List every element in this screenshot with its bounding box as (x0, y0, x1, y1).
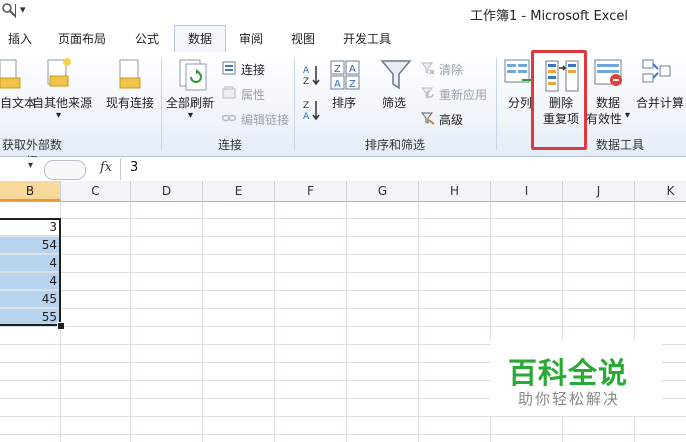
svg-text:A: A (303, 66, 310, 76)
reapply-icon (420, 86, 435, 100)
insert-function-button[interactable]: fx (100, 160, 112, 175)
consolidate-button[interactable]: 合并计算 (636, 94, 684, 111)
edit-links-icon (221, 111, 237, 125)
data-validation-label-line1[interactable]: 数据 (596, 94, 620, 111)
column-header[interactable]: F (275, 181, 347, 201)
edit-links-button[interactable]: 编辑链接 (241, 111, 289, 128)
tab-page-layout[interactable]: 页面布局 (46, 26, 118, 52)
from-text-button[interactable]: 自文本 (0, 94, 36, 111)
advanced-filter-icon (420, 111, 435, 125)
tab-review[interactable]: 审阅 (230, 26, 272, 52)
sort-icon: ZAAZ (330, 60, 360, 90)
group-separator (161, 58, 162, 150)
svg-text:A: A (349, 64, 356, 75)
refresh-all-dropdown-icon[interactable]: ▾ (188, 110, 193, 121)
qat-dropdown-icon[interactable]: ▾ (20, 3, 26, 16)
existing-connections-button[interactable]: 现有连接 (106, 94, 154, 111)
tab-formulas[interactable]: 公式 (124, 26, 170, 52)
from-other-sources-button[interactable]: 自其他来源 (32, 94, 92, 111)
watermark-subtitle: 助你轻松解决 (518, 390, 621, 408)
text-to-columns-button[interactable]: 分列 (508, 94, 532, 111)
svg-text:A: A (334, 79, 341, 90)
formula-input[interactable]: 3 (130, 160, 138, 175)
column-header[interactable]: B (0, 181, 61, 201)
group-label-data-tools: 数据工具 (595, 138, 644, 152)
refresh-all-button[interactable]: 全部刷新 (166, 94, 214, 111)
column-header[interactable]: G (347, 181, 419, 201)
window-title: 工作簿1 - Microsoft Excel (470, 9, 628, 24)
text-to-columns-icon (504, 58, 534, 88)
clear-filter-icon (420, 61, 435, 75)
filter-icon (380, 58, 412, 92)
connections-icon (222, 61, 236, 75)
advanced-button[interactable]: 高级 (439, 111, 463, 128)
svg-text:Z: Z (349, 79, 356, 90)
formula-divider (120, 158, 121, 180)
group-separator (496, 58, 497, 150)
connections-button[interactable]: 连接 (241, 61, 265, 78)
name-box[interactable]: ▾ (0, 159, 40, 179)
column-header[interactable]: E (203, 181, 275, 201)
name-box-dropdown-icon[interactable]: ▾ (28, 160, 33, 171)
svg-text:Z: Z (303, 77, 309, 86)
properties-icon (222, 86, 236, 100)
properties-button[interactable]: 属性 (241, 86, 265, 103)
column-header[interactable]: H (419, 181, 491, 201)
data-validation-label-line2[interactable]: 有效性 (586, 110, 622, 127)
qat-separator (15, 4, 16, 18)
column-header[interactable]: I (491, 181, 563, 201)
tab-view[interactable]: 视图 (282, 26, 324, 52)
from-other-dropdown-icon[interactable]: ▾ (56, 110, 61, 121)
group-label-sort-filter: 排序和筛选 (364, 138, 425, 152)
tab-insert[interactable]: 插入 (0, 26, 40, 52)
consolidate-icon (642, 58, 672, 88)
from-other-sources-icon (44, 56, 74, 92)
formula-bar-splitter[interactable] (44, 160, 86, 180)
remove-duplicates-highlight-frame (531, 50, 587, 150)
filter-button[interactable]: 筛选 (382, 94, 406, 111)
group-label-connections: 连接 (217, 138, 242, 152)
sort-ascending-icon[interactable]: AZ (303, 64, 321, 87)
fill-handle[interactable] (57, 322, 65, 330)
from-text-icon (0, 58, 24, 92)
watermark-title: 百科全说 (508, 356, 629, 390)
tab-developer[interactable]: 开发工具 (334, 26, 400, 52)
existing-connections-icon (116, 58, 142, 92)
column-header[interactable]: K (635, 181, 686, 201)
reapply-button[interactable]: 重新应用 (439, 86, 487, 103)
svg-text:Z: Z (303, 101, 309, 111)
group-separator (294, 58, 295, 150)
data-validation-dropdown-icon[interactable]: ▾ (625, 110, 630, 121)
column-header[interactable]: J (563, 181, 635, 201)
data-validation-icon (594, 58, 624, 88)
tab-data[interactable]: 数据 (174, 25, 226, 54)
selection-border (0, 218, 61, 326)
clear-button[interactable]: 清除 (439, 61, 463, 78)
quick-access-customize-icon[interactable] (0, 1, 20, 21)
column-header[interactable]: D (131, 181, 203, 201)
column-header[interactable]: C (61, 181, 131, 201)
svg-text:A: A (303, 112, 310, 121)
svg-text:Z: Z (334, 64, 341, 75)
sort-button[interactable]: 排序 (332, 94, 356, 111)
refresh-all-icon (178, 58, 208, 92)
sort-descending-icon[interactable]: ZA (303, 99, 321, 122)
